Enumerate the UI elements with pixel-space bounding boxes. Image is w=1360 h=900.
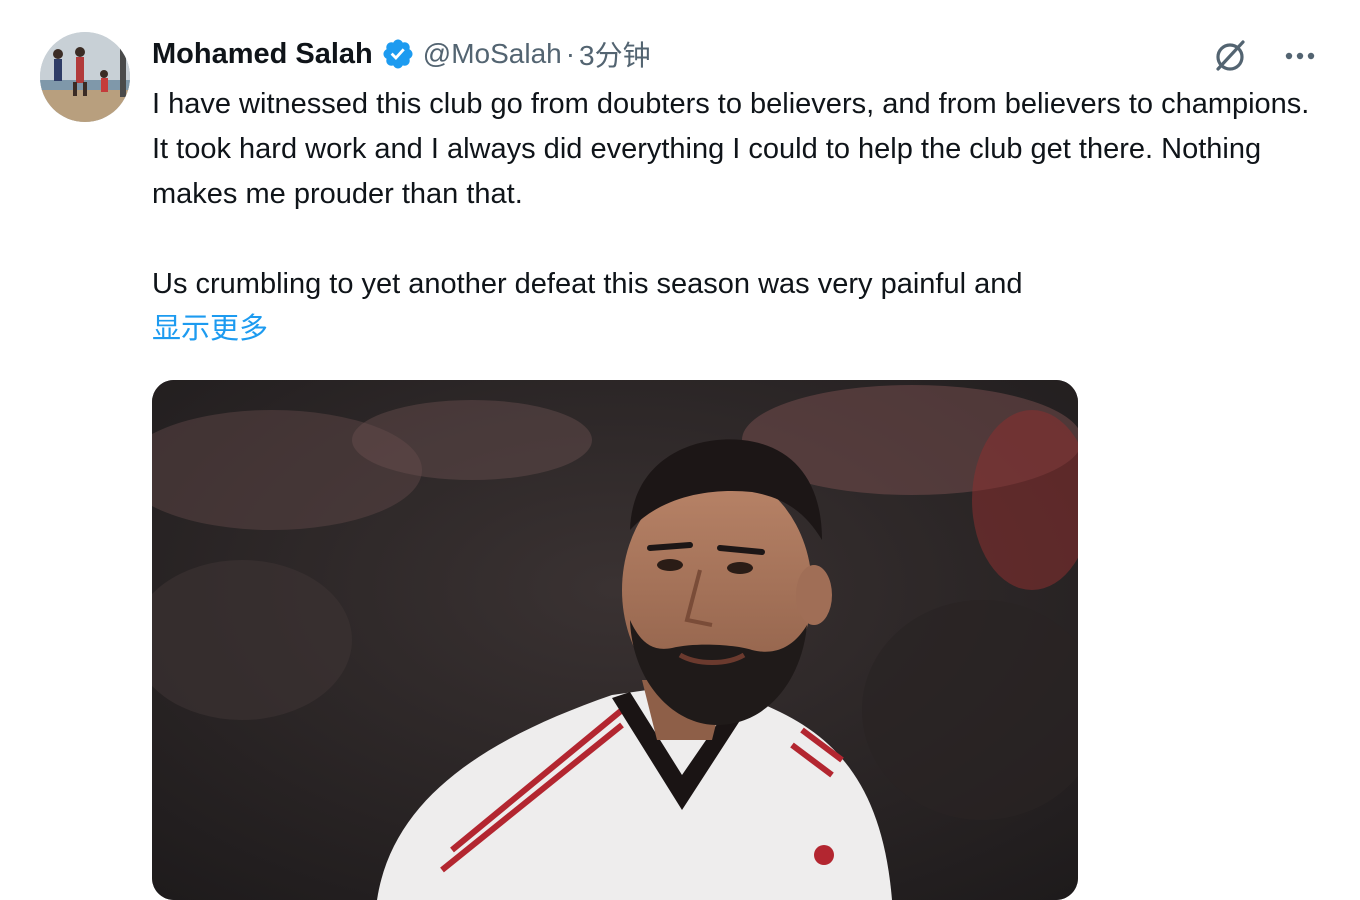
tweet-photo[interactable] [152, 380, 1078, 900]
tweet-text: I have witnessed this club go from doubt… [152, 82, 1327, 352]
verified-badge-icon [381, 37, 415, 71]
tweet-header: Mohamed Salah @MoSalah · 3分钟 [152, 34, 651, 74]
tweet-paragraph: Us crumbling to yet another defeat this … [152, 268, 1023, 300]
show-more-link[interactable]: 显示更多 [152, 307, 1327, 352]
avatar[interactable] [40, 32, 130, 122]
author-name[interactable]: Mohamed Salah [152, 38, 373, 71]
timestamp[interactable]: 3分钟 [579, 34, 651, 74]
separator-dot: · [565, 38, 576, 69]
more-options-icon[interactable] [1280, 36, 1320, 76]
tweet-paragraph: I have witnessed this club go from doubt… [152, 88, 1310, 210]
tweet[interactable]: Mohamed Salah @MoSalah · 3分钟 I have witn… [0, 0, 1360, 900]
tweet-actions-top [1210, 36, 1320, 76]
author-handle[interactable]: @MoSalah [423, 38, 562, 70]
grok-icon[interactable] [1210, 36, 1250, 76]
